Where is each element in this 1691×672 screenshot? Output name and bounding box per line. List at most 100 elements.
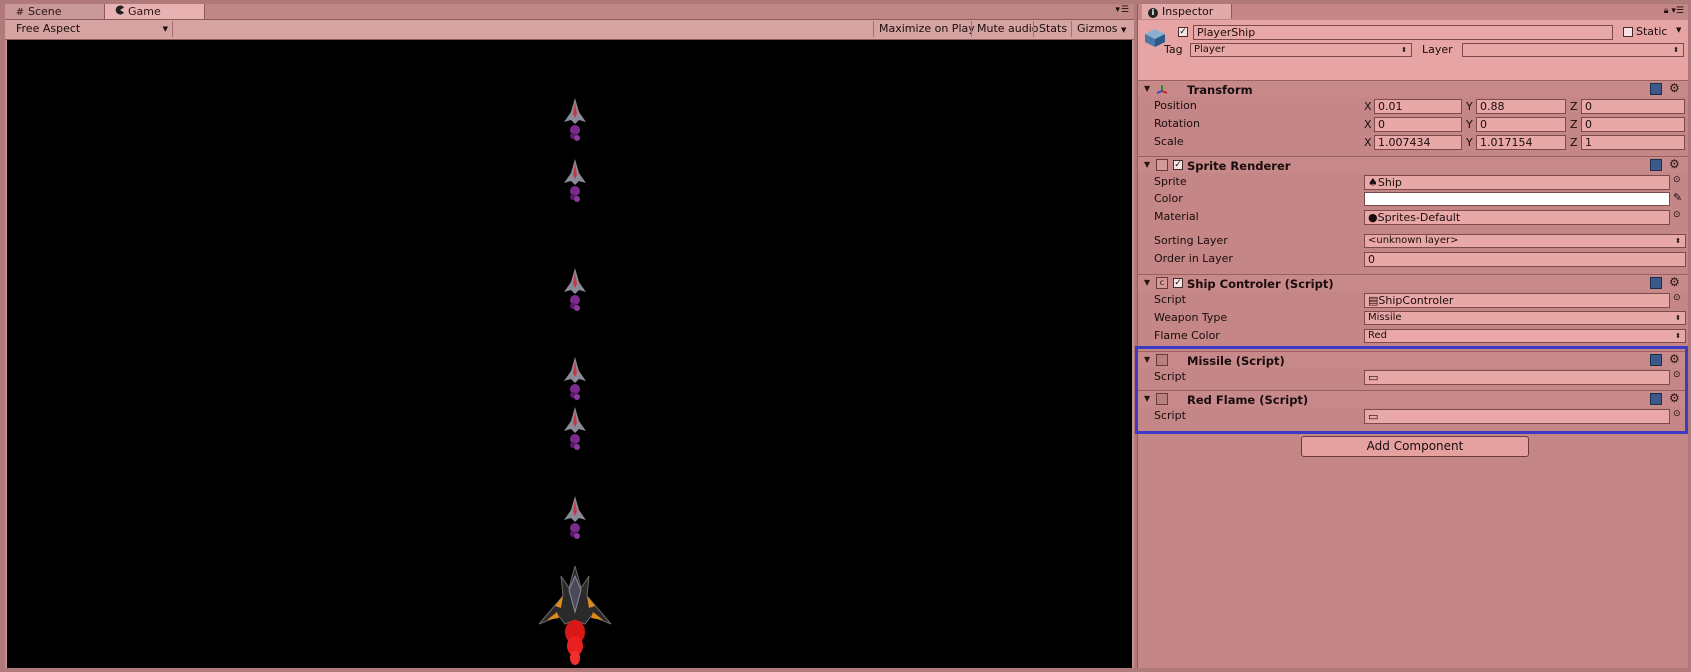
- active-checkbox[interactable]: ✓: [1178, 27, 1188, 37]
- stats-button[interactable]: Stats: [1033, 21, 1072, 37]
- add-component-button[interactable]: Add Component: [1301, 436, 1529, 457]
- maximize-on-play-button[interactable]: Maximize on Play: [873, 21, 980, 37]
- tab-inspector-label: Inspector: [1162, 5, 1214, 18]
- order-in-layer-field[interactable]: 0: [1364, 252, 1686, 267]
- tab-scene[interactable]: # Scene: [5, 4, 105, 19]
- foldout-triangle-icon[interactable]: ▼: [1144, 394, 1150, 403]
- static-checkbox[interactable]: [1623, 27, 1633, 37]
- book-icon[interactable]: [1650, 393, 1662, 405]
- object-picker-icon[interactable]: ⊙: [1673, 409, 1681, 419]
- tab-inspector[interactable]: i Inspector: [1142, 4, 1232, 19]
- foldout-triangle-icon[interactable]: ▼: [1144, 84, 1150, 93]
- foldout-triangle-icon[interactable]: ▼: [1144, 355, 1150, 364]
- chevron-down-icon: ▼: [1121, 26, 1127, 34]
- transform-header[interactable]: ▼ Transform ⚙: [1138, 80, 1688, 97]
- cube-icon: [1145, 29, 1165, 47]
- chevron-down-icon[interactable]: ▼: [1676, 26, 1681, 34]
- sprite-renderer-title: Sprite Renderer: [1187, 159, 1291, 173]
- ship-controler-title: Ship Controler (Script): [1187, 277, 1334, 291]
- layer-dropdown[interactable]: ⬍: [1462, 43, 1684, 57]
- order-in-layer-label: Order in Layer: [1154, 252, 1233, 265]
- tag-dropdown[interactable]: Player ⬍: [1190, 43, 1412, 57]
- tab-game-label: Game: [128, 5, 161, 18]
- gear-icon[interactable]: ⚙: [1669, 352, 1680, 366]
- scale-x-field[interactable]: 1.007434: [1374, 135, 1462, 150]
- component-actions: ⚙: [1650, 391, 1682, 406]
- position-x-field[interactable]: 0.01: [1374, 99, 1462, 114]
- book-icon[interactable]: [1650, 83, 1662, 95]
- game-view[interactable]: [7, 40, 1132, 668]
- missile-script-field[interactable]: ▭: [1364, 370, 1670, 385]
- axis-z-label: Z: [1570, 136, 1578, 149]
- ship-controler-script-value: ShipControler: [1378, 294, 1454, 307]
- red-flame-header[interactable]: ▼ Red Flame (Script) ⚙: [1138, 390, 1688, 407]
- sprite-field[interactable]: ♠Ship: [1364, 175, 1670, 190]
- material-value: Sprites-Default: [1377, 211, 1461, 224]
- script-icon: [1156, 354, 1168, 366]
- book-icon[interactable]: [1650, 159, 1662, 171]
- component-actions: ⚙: [1650, 275, 1682, 290]
- sprite-value: Ship: [1377, 176, 1402, 189]
- position-z-field[interactable]: 0: [1581, 99, 1685, 114]
- rotation-z-field[interactable]: 0: [1581, 117, 1685, 132]
- foldout-triangle-icon[interactable]: ▼: [1144, 160, 1150, 169]
- missile-title: Missile (Script): [1187, 354, 1285, 368]
- gear-icon[interactable]: ⚙: [1669, 275, 1680, 289]
- object-name-field[interactable]: PlayerShip: [1193, 25, 1613, 40]
- gear-icon[interactable]: ⚙: [1669, 391, 1680, 405]
- axis-x-label: X: [1364, 136, 1372, 149]
- object-picker-icon[interactable]: ⊙: [1673, 370, 1681, 380]
- component-actions: ⚙: [1650, 81, 1682, 96]
- chevron-icon: ⬍: [1675, 237, 1681, 245]
- script-file-icon: ▤: [1368, 294, 1379, 307]
- scale-y-field[interactable]: 1.017154: [1476, 135, 1566, 150]
- rotation-y-field[interactable]: 0: [1476, 117, 1566, 132]
- sorting-layer-dropdown[interactable]: <unknown layer> ⬍: [1364, 234, 1686, 248]
- material-label: Material: [1154, 210, 1199, 223]
- sprite-renderer-enabled-checkbox[interactable]: ✓: [1173, 160, 1183, 170]
- panel-menu-icon[interactable]: ▾☰: [1115, 5, 1130, 15]
- missile-header[interactable]: ▼ Missile (Script) ⚙: [1138, 351, 1688, 368]
- gear-icon[interactable]: ⚙: [1669, 81, 1680, 95]
- game-tabbar: # Scene Game ▾☰: [5, 4, 1134, 20]
- ship-controler-header[interactable]: ▼ c ✓ Ship Controler (Script) ⚙: [1138, 274, 1688, 291]
- object-picker-icon[interactable]: ⊙: [1673, 210, 1681, 220]
- ship-controler-enabled-checkbox[interactable]: ✓: [1173, 278, 1183, 288]
- gizmos-button[interactable]: Gizmos ▼: [1071, 21, 1131, 37]
- aspect-dropdown[interactable]: Free Aspect ▼: [7, 21, 173, 37]
- position-y-field[interactable]: 0.88: [1476, 99, 1566, 114]
- chevron-icon: ⬍: [1401, 46, 1407, 54]
- rotation-x-field[interactable]: 0: [1374, 117, 1462, 132]
- book-icon[interactable]: [1650, 277, 1662, 289]
- tab-game[interactable]: Game: [105, 4, 205, 19]
- enemy-ship-sprite: [564, 407, 586, 450]
- sprite-label: Sprite: [1154, 175, 1187, 188]
- scale-z-field[interactable]: 1: [1581, 135, 1685, 150]
- ship-controler-script-field[interactable]: ▤ShipControler: [1364, 293, 1670, 308]
- transform-title: Transform: [1187, 83, 1253, 97]
- red-flame-script-field[interactable]: ▭: [1364, 409, 1670, 424]
- weapon-type-dropdown[interactable]: Missile ⬍: [1364, 311, 1686, 325]
- position-label: Position: [1154, 99, 1197, 112]
- axis-x-label: X: [1364, 118, 1372, 131]
- axis-y-label: Y: [1466, 100, 1473, 113]
- chevron-icon: ⬍: [1675, 332, 1681, 340]
- object-picker-icon[interactable]: ⊙: [1673, 175, 1681, 185]
- flame-color-dropdown[interactable]: Red ⬍: [1364, 329, 1686, 343]
- axis-z-label: Z: [1570, 118, 1578, 131]
- flame-color-value: Red: [1368, 330, 1387, 341]
- book-icon[interactable]: [1650, 354, 1662, 366]
- inspector-panel: i Inspector 🔒︎ ▾☰ ✓ PlayerShip Static ▼ T…: [1135, 4, 1688, 668]
- gear-icon[interactable]: ⚙: [1669, 157, 1680, 171]
- object-picker-icon[interactable]: ⊙: [1673, 293, 1681, 303]
- sorting-layer-label: Sorting Layer: [1154, 234, 1228, 247]
- script-file-icon: ▭: [1368, 371, 1379, 384]
- eyedropper-icon[interactable]: ✎: [1673, 191, 1682, 204]
- rotation-label: Rotation: [1154, 117, 1201, 130]
- color-swatch-field[interactable]: [1364, 192, 1670, 206]
- lock-icon[interactable]: 🔒︎ ▾☰: [1664, 6, 1684, 16]
- material-field[interactable]: ●Sprites-Default: [1364, 210, 1670, 225]
- foldout-triangle-icon[interactable]: ▼: [1144, 278, 1150, 287]
- script-label: Script: [1154, 293, 1186, 306]
- sprite-renderer-header[interactable]: ▼ ✓ Sprite Renderer ⚙: [1138, 156, 1688, 173]
